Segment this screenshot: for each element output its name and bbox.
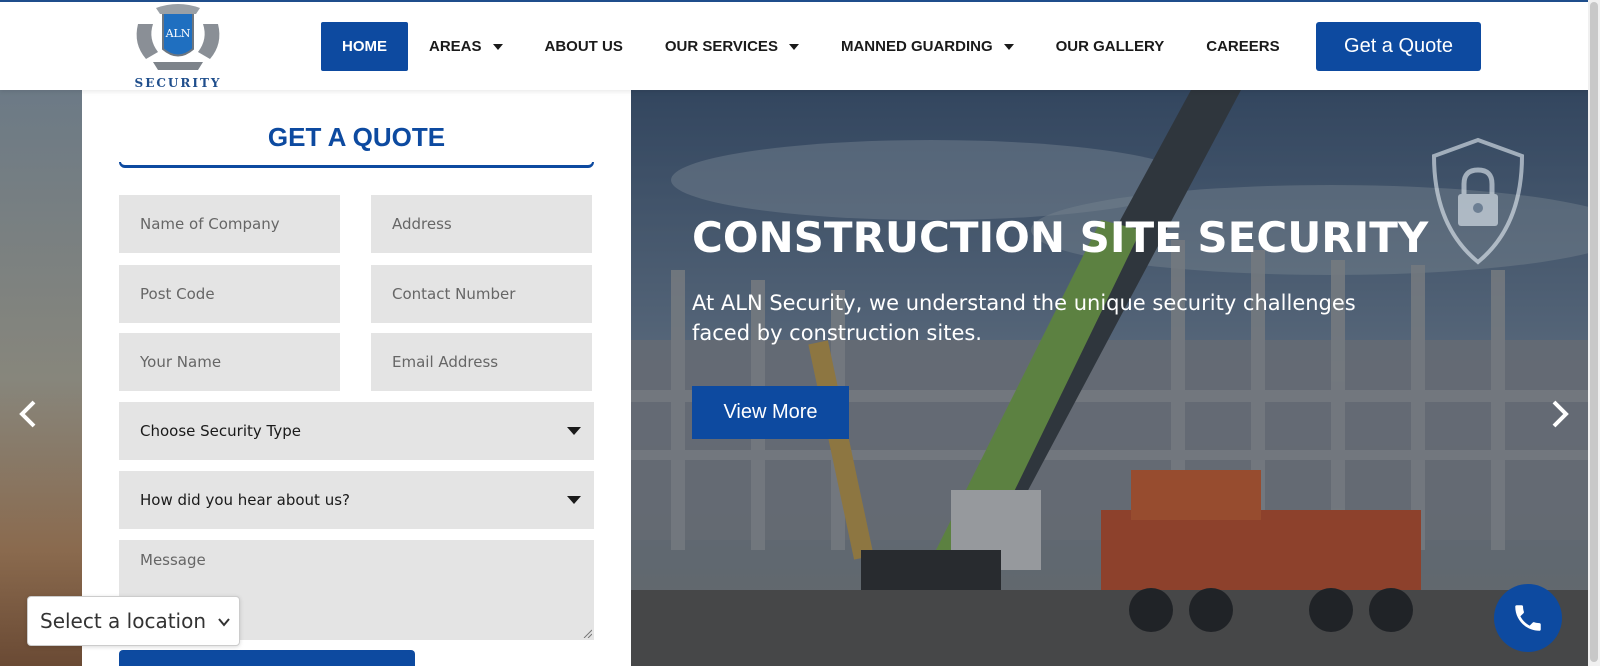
caret-down-icon <box>1003 43 1014 50</box>
page-scrollbar[interactable] <box>1588 0 1600 666</box>
resize-handle-icon[interactable] <box>582 628 592 638</box>
view-more-button[interactable]: View More <box>692 386 849 439</box>
caret-down-icon <box>492 43 503 50</box>
location-select-value: Select a location <box>40 609 207 633</box>
site-logo[interactable]: ALN SECURITY <box>128 4 228 90</box>
message-placeholder: Message <box>140 551 206 569</box>
logo-crest-icon: ALN <box>136 4 220 70</box>
nav-services-label: OUR SERVICES <box>664 38 778 55</box>
main-nav: HOME AREAS ABOUT US OUR SERVICES MANNED … <box>321 22 1301 71</box>
hero-left-strip <box>0 90 82 666</box>
nav-about-label: ABOUT US <box>544 38 623 55</box>
slider-prev-button[interactable] <box>16 398 40 430</box>
site-header: ALN SECURITY HOME AREAS ABOUT US OUR SER… <box>0 0 1588 90</box>
security-type-select[interactable]: Choose Security Type <box>119 402 594 460</box>
chevron-right-icon <box>1552 400 1569 428</box>
call-button[interactable] <box>1494 584 1562 652</box>
shield-lock-icon <box>1431 137 1525 265</box>
caret-down-icon <box>567 496 581 504</box>
scrollbar-thumb[interactable] <box>1590 2 1598 662</box>
email-address-input[interactable]: Email Address <box>371 333 592 391</box>
nav-home-label: HOME <box>342 38 387 55</box>
form-title-underline <box>119 162 594 168</box>
address-input[interactable]: Address <box>371 195 592 253</box>
security-type-value: Choose Security Type <box>140 422 301 440</box>
nav-manned-guarding[interactable]: MANNED GUARDING <box>820 22 1035 71</box>
quote-form: GET A QUOTE Name of Company Address Post… <box>82 90 631 666</box>
nav-our-services[interactable]: OUR SERVICES <box>644 22 820 71</box>
slide-title: CONSTRUCTION SITE SECURITY <box>692 213 1429 262</box>
nav-careers[interactable]: CAREERS <box>1185 22 1300 71</box>
company-name-input[interactable]: Name of Company <box>119 195 340 253</box>
get-a-quote-button[interactable]: Get a Quote <box>1316 22 1481 71</box>
location-select[interactable]: Select a location <box>27 596 240 646</box>
chevron-left-icon <box>19 400 36 428</box>
your-name-input[interactable]: Your Name <box>119 333 340 391</box>
nav-areas[interactable]: AREAS <box>408 22 524 71</box>
nav-careers-label: CAREERS <box>1206 38 1280 55</box>
nav-guarding-label: MANNED GUARDING <box>840 38 993 55</box>
svg-text:ALN: ALN <box>165 27 191 40</box>
caret-down-icon <box>567 427 581 435</box>
phone-icon <box>1515 605 1541 631</box>
nav-about-us[interactable]: ABOUT US <box>524 22 644 71</box>
chevron-down-icon <box>218 618 230 627</box>
heard-about-value: How did you hear about us? <box>140 491 350 509</box>
nav-gallery-label: OUR GALLERY <box>1055 38 1165 55</box>
nav-home[interactable]: HOME <box>321 22 408 71</box>
post-code-input[interactable]: Post Code <box>119 265 340 323</box>
contact-number-input[interactable]: Contact Number <box>371 265 592 323</box>
logo-wordmark: SECURITY <box>134 76 222 90</box>
heard-about-select[interactable]: How did you hear about us? <box>119 471 594 529</box>
form-title: GET A QUOTE <box>267 122 446 152</box>
slide-description: At ALN Security, we understand the uniqu… <box>692 291 1356 345</box>
caret-down-icon <box>788 43 799 50</box>
submit-button[interactable] <box>119 650 415 666</box>
nav-our-gallery[interactable]: OUR GALLERY <box>1035 22 1186 71</box>
slider-next-button[interactable] <box>1548 398 1572 430</box>
nav-areas-label: AREAS <box>429 38 482 55</box>
